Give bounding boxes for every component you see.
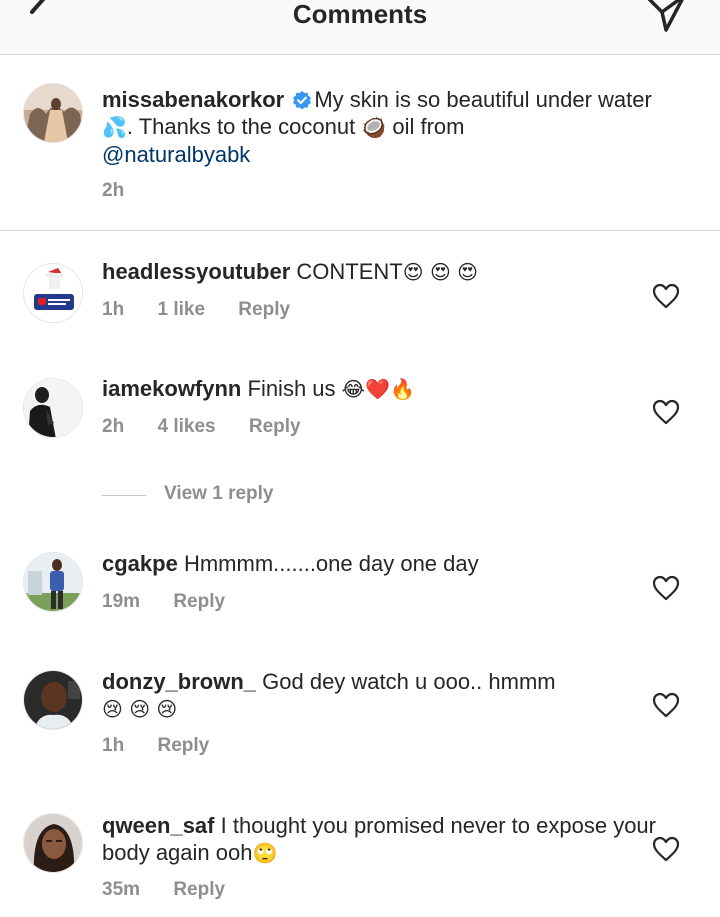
comment-emojis: 😍 😍 😍 <box>402 260 478 284</box>
reply-button[interactable]: Reply <box>157 735 209 756</box>
comment-likes[interactable]: 1 like <box>157 299 205 320</box>
comment-username[interactable]: headlessyoutuber <box>102 259 290 284</box>
avatar[interactable] <box>23 813 83 873</box>
avatar-image-headlessyoutuber <box>24 264 82 322</box>
caption-emoji-2: 🥥 <box>361 115 387 139</box>
heart-icon[interactable] <box>652 836 680 862</box>
comment-timestamp: 35m <box>102 879 141 900</box>
verified-badge-icon <box>293 91 312 110</box>
avatar-image-donzy-brown <box>24 671 82 729</box>
comment-body: Finish us <box>247 376 336 401</box>
comment-meta: 1h Reply <box>102 735 237 757</box>
comment-meta: 35m Reply <box>102 879 253 901</box>
caption-text-part-2: . Thanks to the coconut <box>126 114 362 139</box>
page-title: Comments <box>292 0 428 29</box>
comment-timestamp: 1h <box>102 299 125 320</box>
avatar[interactable] <box>23 670 83 730</box>
comment-username[interactable]: donzy_brown_ <box>102 669 256 694</box>
comment-meta: 1h 1 like Reply <box>102 299 318 321</box>
comment-meta: 19m Reply <box>102 591 253 613</box>
caption-text-part-1: My skin is so beautiful under water <box>314 87 652 112</box>
reply-button[interactable]: Reply <box>238 299 290 320</box>
caption-emoji-1: 💦 <box>102 115 127 139</box>
mention-link[interactable]: @naturalbyabk <box>102 142 250 167</box>
avatar[interactable] <box>23 378 83 438</box>
caption-timestamp: 2h <box>102 180 125 201</box>
caption-username[interactable]: missabenakorkor <box>102 87 284 112</box>
reply-button[interactable]: Reply <box>173 879 225 900</box>
comment-text: iamekowfynn Finish us 😂❤️🔥 <box>102 375 662 403</box>
comment-text: qween_saf I thought you promised never t… <box>102 812 662 867</box>
comment-emojis: 😢 😢 😢 <box>102 697 178 721</box>
comment-timestamp: 2h <box>102 416 125 437</box>
comment-text: donzy_brown_ God dey watch u ooo.. hmmm … <box>102 668 662 723</box>
caption-text: missabenakorkor My skin is so beautiful … <box>102 86 662 168</box>
header-bar: Comments <box>0 0 720 55</box>
comment-body: CONTENT <box>296 259 403 284</box>
avatar[interactable] <box>23 83 83 143</box>
comment-timestamp: 19m <box>102 591 141 612</box>
comment-emojis: 😂❤️🔥 <box>341 377 415 401</box>
heart-icon[interactable] <box>652 692 680 718</box>
comment-username[interactable]: cgakpe <box>102 551 178 576</box>
reply-button[interactable]: Reply <box>249 416 301 437</box>
caption-meta: 2h <box>102 180 152 202</box>
direct-send-icon <box>647 0 684 32</box>
avatar-image-iamekowfynn <box>24 379 82 437</box>
avatar-image-missabenakorkor <box>24 84 82 142</box>
comment-emojis: 🙄 <box>252 841 278 865</box>
comment-username[interactable]: iamekowfynn <box>102 376 241 401</box>
heart-icon[interactable] <box>652 283 680 309</box>
avatar[interactable] <box>23 552 83 612</box>
replies-divider-line <box>102 495 146 496</box>
share-button[interactable] <box>640 0 688 34</box>
comment-meta: 2h 4 likes Reply <box>102 416 329 438</box>
heart-icon[interactable] <box>652 575 680 601</box>
avatar[interactable] <box>23 263 83 323</box>
view-replies-label: View 1 reply <box>164 483 274 504</box>
heart-icon[interactable] <box>652 399 680 425</box>
avatar-image-cgakpe <box>24 553 82 611</box>
avatar-image-qween-saf <box>24 814 82 872</box>
comment-timestamp: 1h <box>102 735 125 756</box>
reply-button[interactable]: Reply <box>173 591 225 612</box>
post-caption: missabenakorkor My skin is so beautiful … <box>0 55 720 231</box>
comment-username[interactable]: qween_saf <box>102 813 215 838</box>
comment-body: Hmmmm.......one day one day <box>183 551 479 576</box>
comment-body: God dey watch u ooo.. hmmm <box>262 669 556 694</box>
comment-text: cgakpe Hmmmm.......one day one day <box>102 550 662 577</box>
comment-text: headlessyoutuber CONTENT😍 😍 😍 <box>102 258 662 286</box>
comment-likes[interactable]: 4 likes <box>157 416 215 437</box>
caption-text-part-3: oil from <box>386 114 465 139</box>
